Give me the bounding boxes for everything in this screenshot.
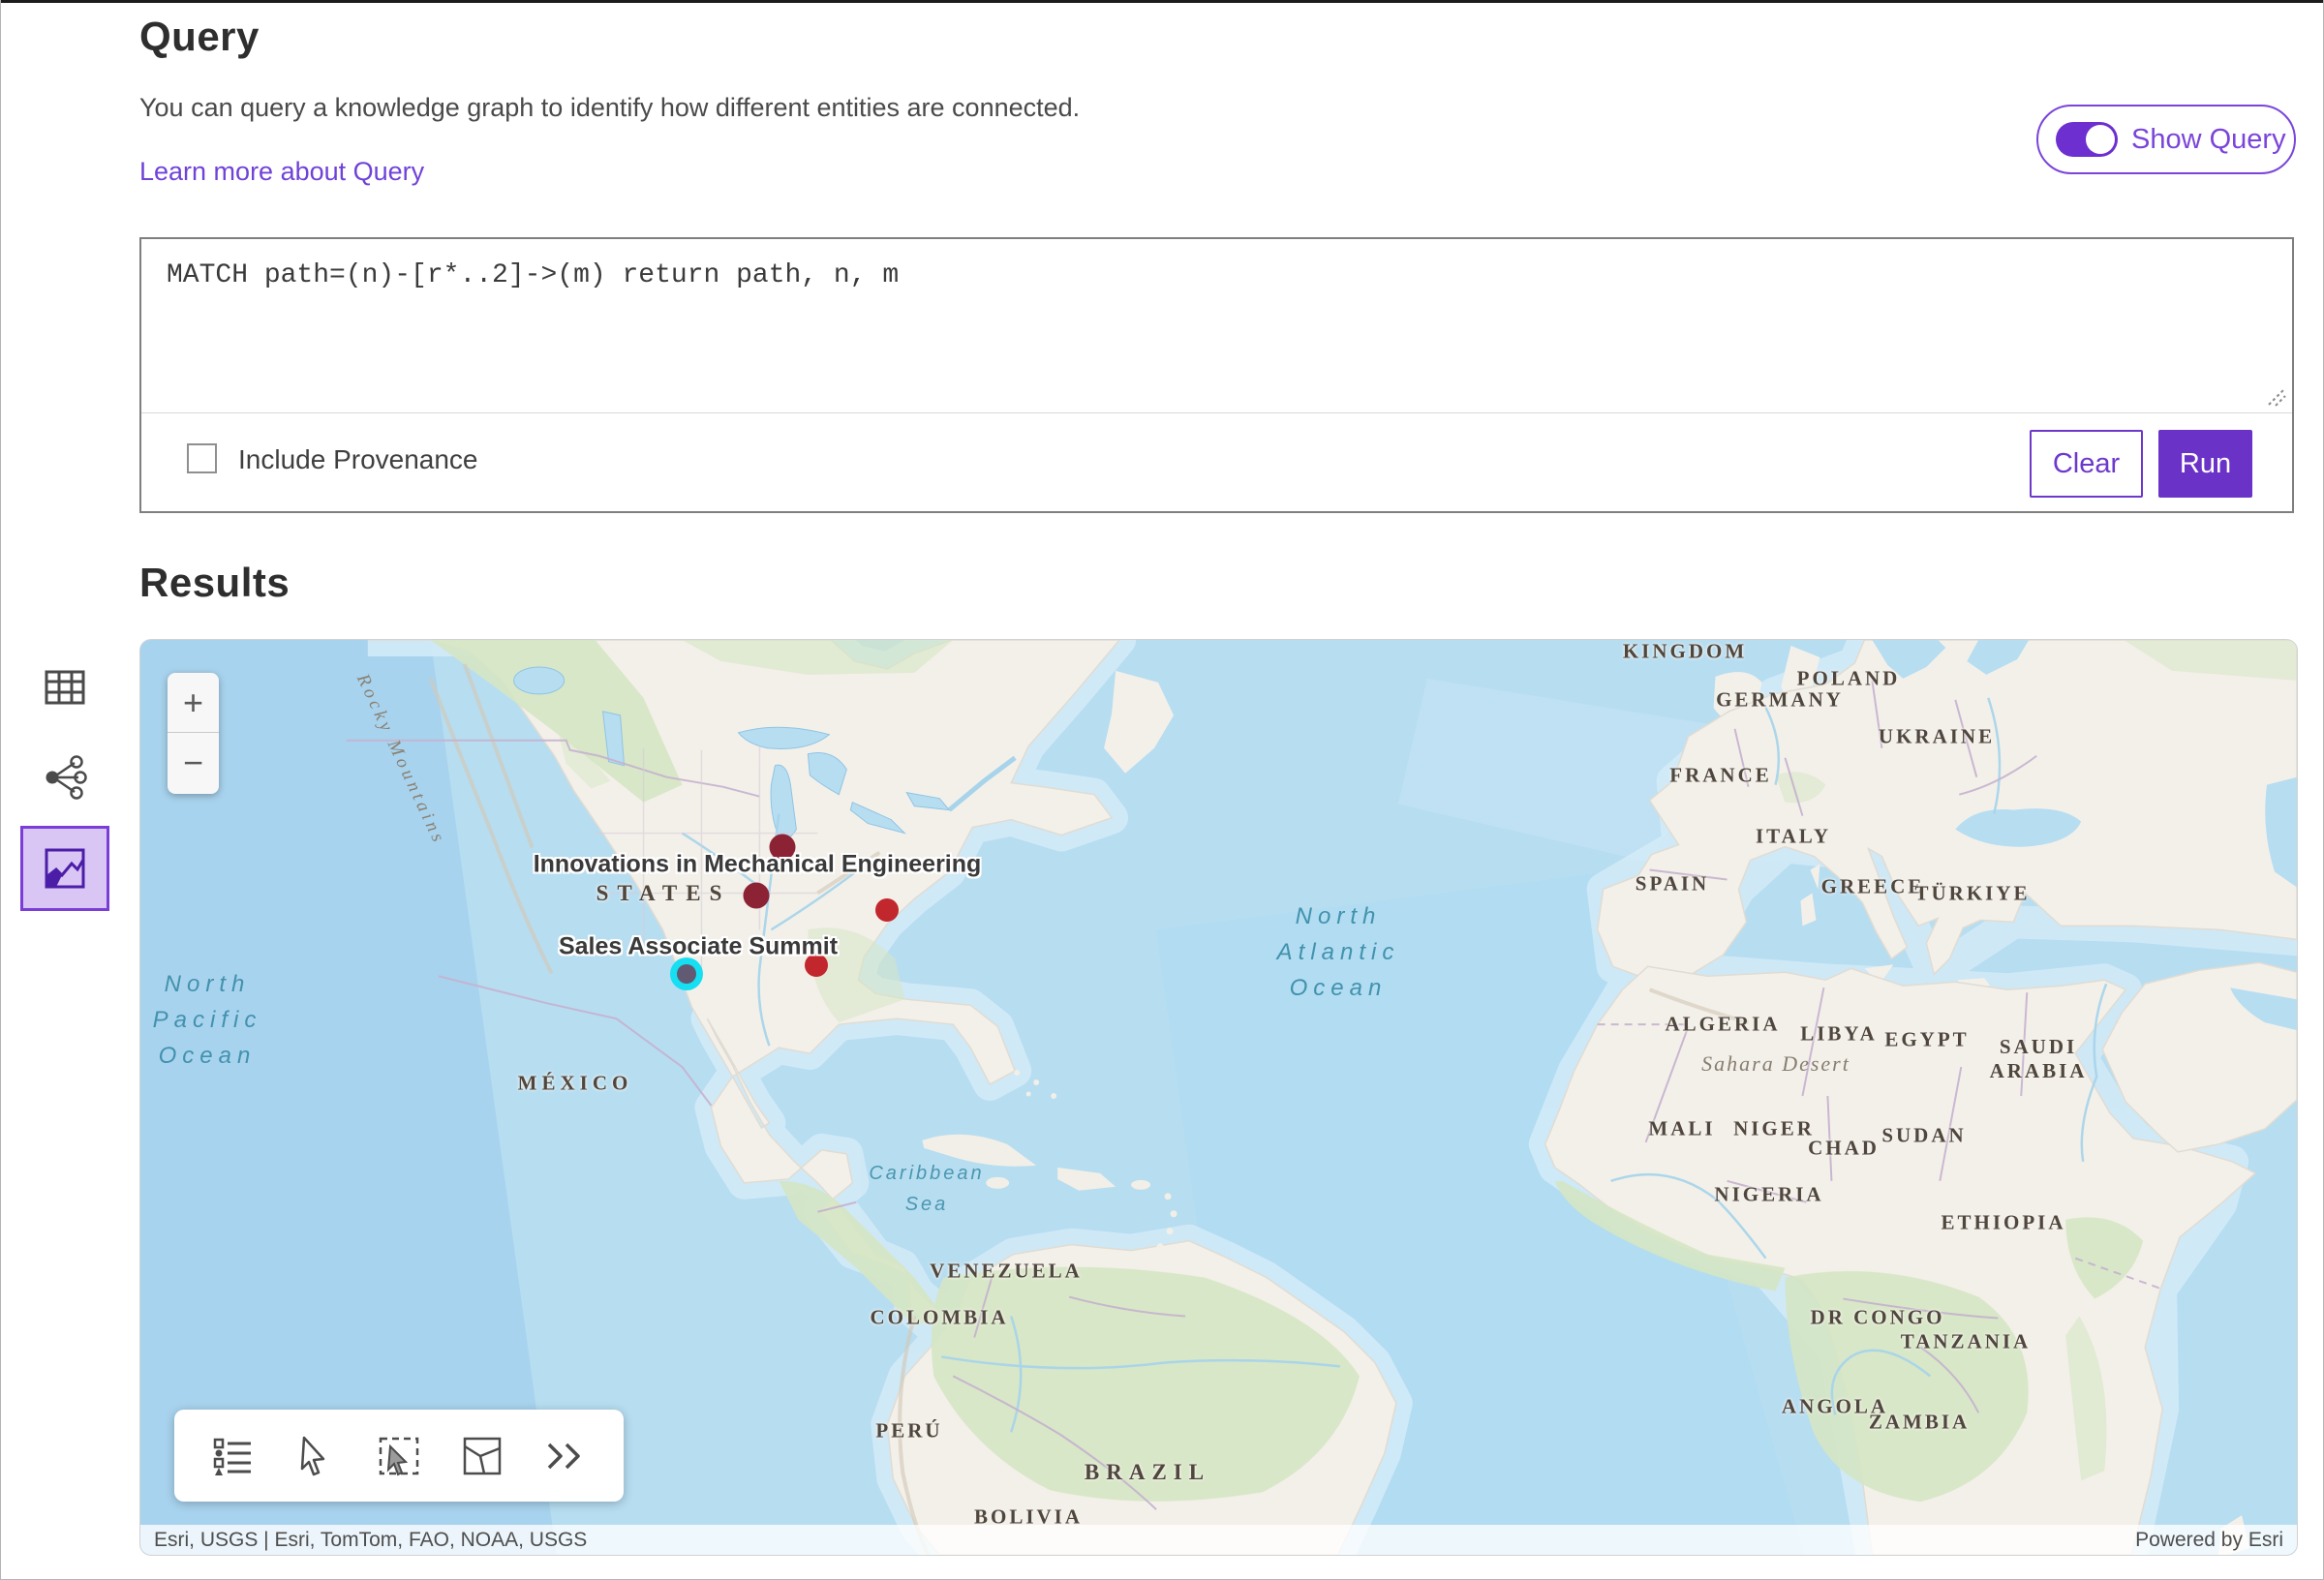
map-label-dr-congo: DR CONGO — [1811, 1306, 1945, 1330]
sidebar-view-graph-button[interactable] — [42, 755, 88, 805]
results-section-title: Results — [139, 560, 290, 606]
zoom-out-button[interactable]: − — [168, 733, 219, 793]
map-view-icon — [43, 846, 87, 891]
query-description: You can query a knowledge graph to ident… — [139, 93, 1080, 123]
map-label-france: FRANCE — [1669, 764, 1772, 788]
toolbar-expand-button[interactable] — [539, 1431, 590, 1481]
map-label-germany: GERMANY — [1716, 688, 1844, 713]
attribution-powered-by: Powered by Esri — [2135, 1529, 2283, 1552]
map-point-selected[interactable] — [677, 964, 696, 984]
textarea-resize-grip-icon[interactable] — [2261, 381, 2286, 407]
query-editor-card: MATCH path=(n)-[r*..2]->(m) return path,… — [139, 237, 2294, 513]
select-by-polygon-button[interactable] — [457, 1431, 507, 1481]
rectangle-select-icon — [377, 1435, 421, 1477]
map-point[interactable] — [744, 883, 770, 909]
learn-more-link[interactable]: Learn more about Query — [139, 157, 424, 187]
map-label-libya: LIBYA — [1800, 1022, 1878, 1047]
map-label-sudan: SUDAN — [1881, 1124, 1966, 1148]
map-label-zambia: ZAMBIA — [1869, 1411, 1970, 1435]
map-label-per: PERÚ — [875, 1419, 942, 1443]
map-label-states: STATES — [596, 881, 731, 906]
map-label-caribbean-sea: Caribbean Sea — [869, 1158, 984, 1220]
show-query-label: Show Query — [2131, 124, 2286, 156]
sidebar-view-table-button[interactable] — [44, 668, 86, 712]
map-event-label-sales-associate-summit: Sales Associate Summit — [559, 933, 838, 961]
sidebar-view-map-button[interactable] — [20, 826, 109, 911]
attribution-sources: Esri, USGS | Esri, TomTom, FAO, NOAA, US… — [154, 1529, 587, 1552]
cursor-icon — [298, 1436, 333, 1476]
clear-button[interactable]: Clear — [2030, 430, 2143, 498]
select-cursor-button[interactable] — [290, 1431, 341, 1481]
map-label-mali: MALI — [1648, 1117, 1715, 1141]
map-label-chad: CHAD — [1808, 1137, 1880, 1161]
run-button[interactable]: Run — [2158, 430, 2252, 498]
include-provenance-checkbox[interactable] — [187, 443, 217, 473]
map-label-greece: GREECE — [1821, 875, 1925, 899]
map-label-egypt: EGYPT — [1884, 1028, 1969, 1052]
legend-icon — [212, 1435, 255, 1477]
query-textarea[interactable]: MATCH path=(n)-[r*..2]->(m) return path,… — [141, 239, 2292, 413]
map-label-angola: ANGOLA — [1782, 1395, 1888, 1419]
map-label-t-rkiye: TÜRKIYE — [1914, 882, 2030, 906]
link-chart-icon — [42, 755, 88, 800]
knowledge-graph-query-page: Query You can query a knowledge graph to… — [0, 0, 2324, 1580]
map-label-spain: SPAIN — [1636, 872, 1709, 896]
query-editor-footer: Include Provenance Clear Run — [141, 414, 2292, 513]
map-attribution: Esri, USGS | Esri, TomTom, FAO, NOAA, US… — [140, 1525, 2297, 1555]
double-chevron-right-icon — [543, 1441, 586, 1472]
map-label-italy: ITALY — [1756, 825, 1831, 849]
map-point[interactable] — [875, 898, 899, 922]
map-label-saudi-arabia: SAUDI ARABIA — [1990, 1035, 2088, 1083]
map-label-ethiopia: ETHIOPIA — [1941, 1211, 2065, 1235]
map-label-algeria: ALGERIA — [1665, 1013, 1780, 1037]
map-label-colombia: COLOMBIA — [870, 1306, 1008, 1330]
query-text: MATCH path=(n)-[r*..2]->(m) return path,… — [167, 260, 899, 290]
map-point[interactable] — [805, 954, 828, 977]
select-by-rectangle-button[interactable] — [374, 1431, 424, 1481]
map-label-ukraine: UKRAINE — [1879, 725, 1995, 749]
map-label-sahara-desert: Sahara Desert — [1701, 1051, 1850, 1077]
map-label-north-atlantic-ocean: North Atlantic Ocean — [1277, 898, 1400, 1007]
query-section-title: Query — [139, 14, 260, 60]
map-label-m-xico: MÉXICO — [518, 1072, 633, 1096]
map-event-label-innovations-in-mechanical-engineering: Innovations in Mechanical Engineering — [534, 851, 982, 879]
map-label-kingdom: KINGDOM — [1623, 640, 1747, 664]
show-query-toggle[interactable]: Show Query — [2036, 105, 2296, 174]
results-map[interactable]: KINGDOM POLANDGERMANY UKRAINE FRANCE ITALY SP… — [139, 639, 2298, 1556]
map-point[interactable] — [770, 835, 796, 861]
map-zoom-control: + − — [168, 673, 219, 794]
map-toolbar — [174, 1410, 624, 1502]
map-label-brazil: BRAZIL — [1085, 1460, 1210, 1485]
map-label-poland: POLAND — [1797, 667, 1901, 691]
map-label-north-pacific-ocean: North Pacific Ocean — [153, 966, 262, 1075]
map-label-niger: NIGER — [1733, 1117, 1815, 1141]
table-icon — [44, 668, 86, 707]
zoom-in-button[interactable]: + — [168, 673, 219, 733]
map-label-venezuela: VENEZUELA — [930, 1260, 1083, 1284]
toggle-switch-icon[interactable] — [2056, 122, 2118, 157]
window-top-border — [1, 0, 2323, 3]
include-provenance-label: Include Provenance — [238, 444, 478, 475]
map-label-tanzania: TANZANIA — [1901, 1330, 2031, 1354]
map-label-rocky-mountains: Rocky Mountains — [352, 671, 449, 849]
polygon-select-icon — [461, 1435, 504, 1477]
map-label-nigeria: NIGERIA — [1714, 1183, 1823, 1207]
legend-button[interactable] — [208, 1431, 259, 1481]
